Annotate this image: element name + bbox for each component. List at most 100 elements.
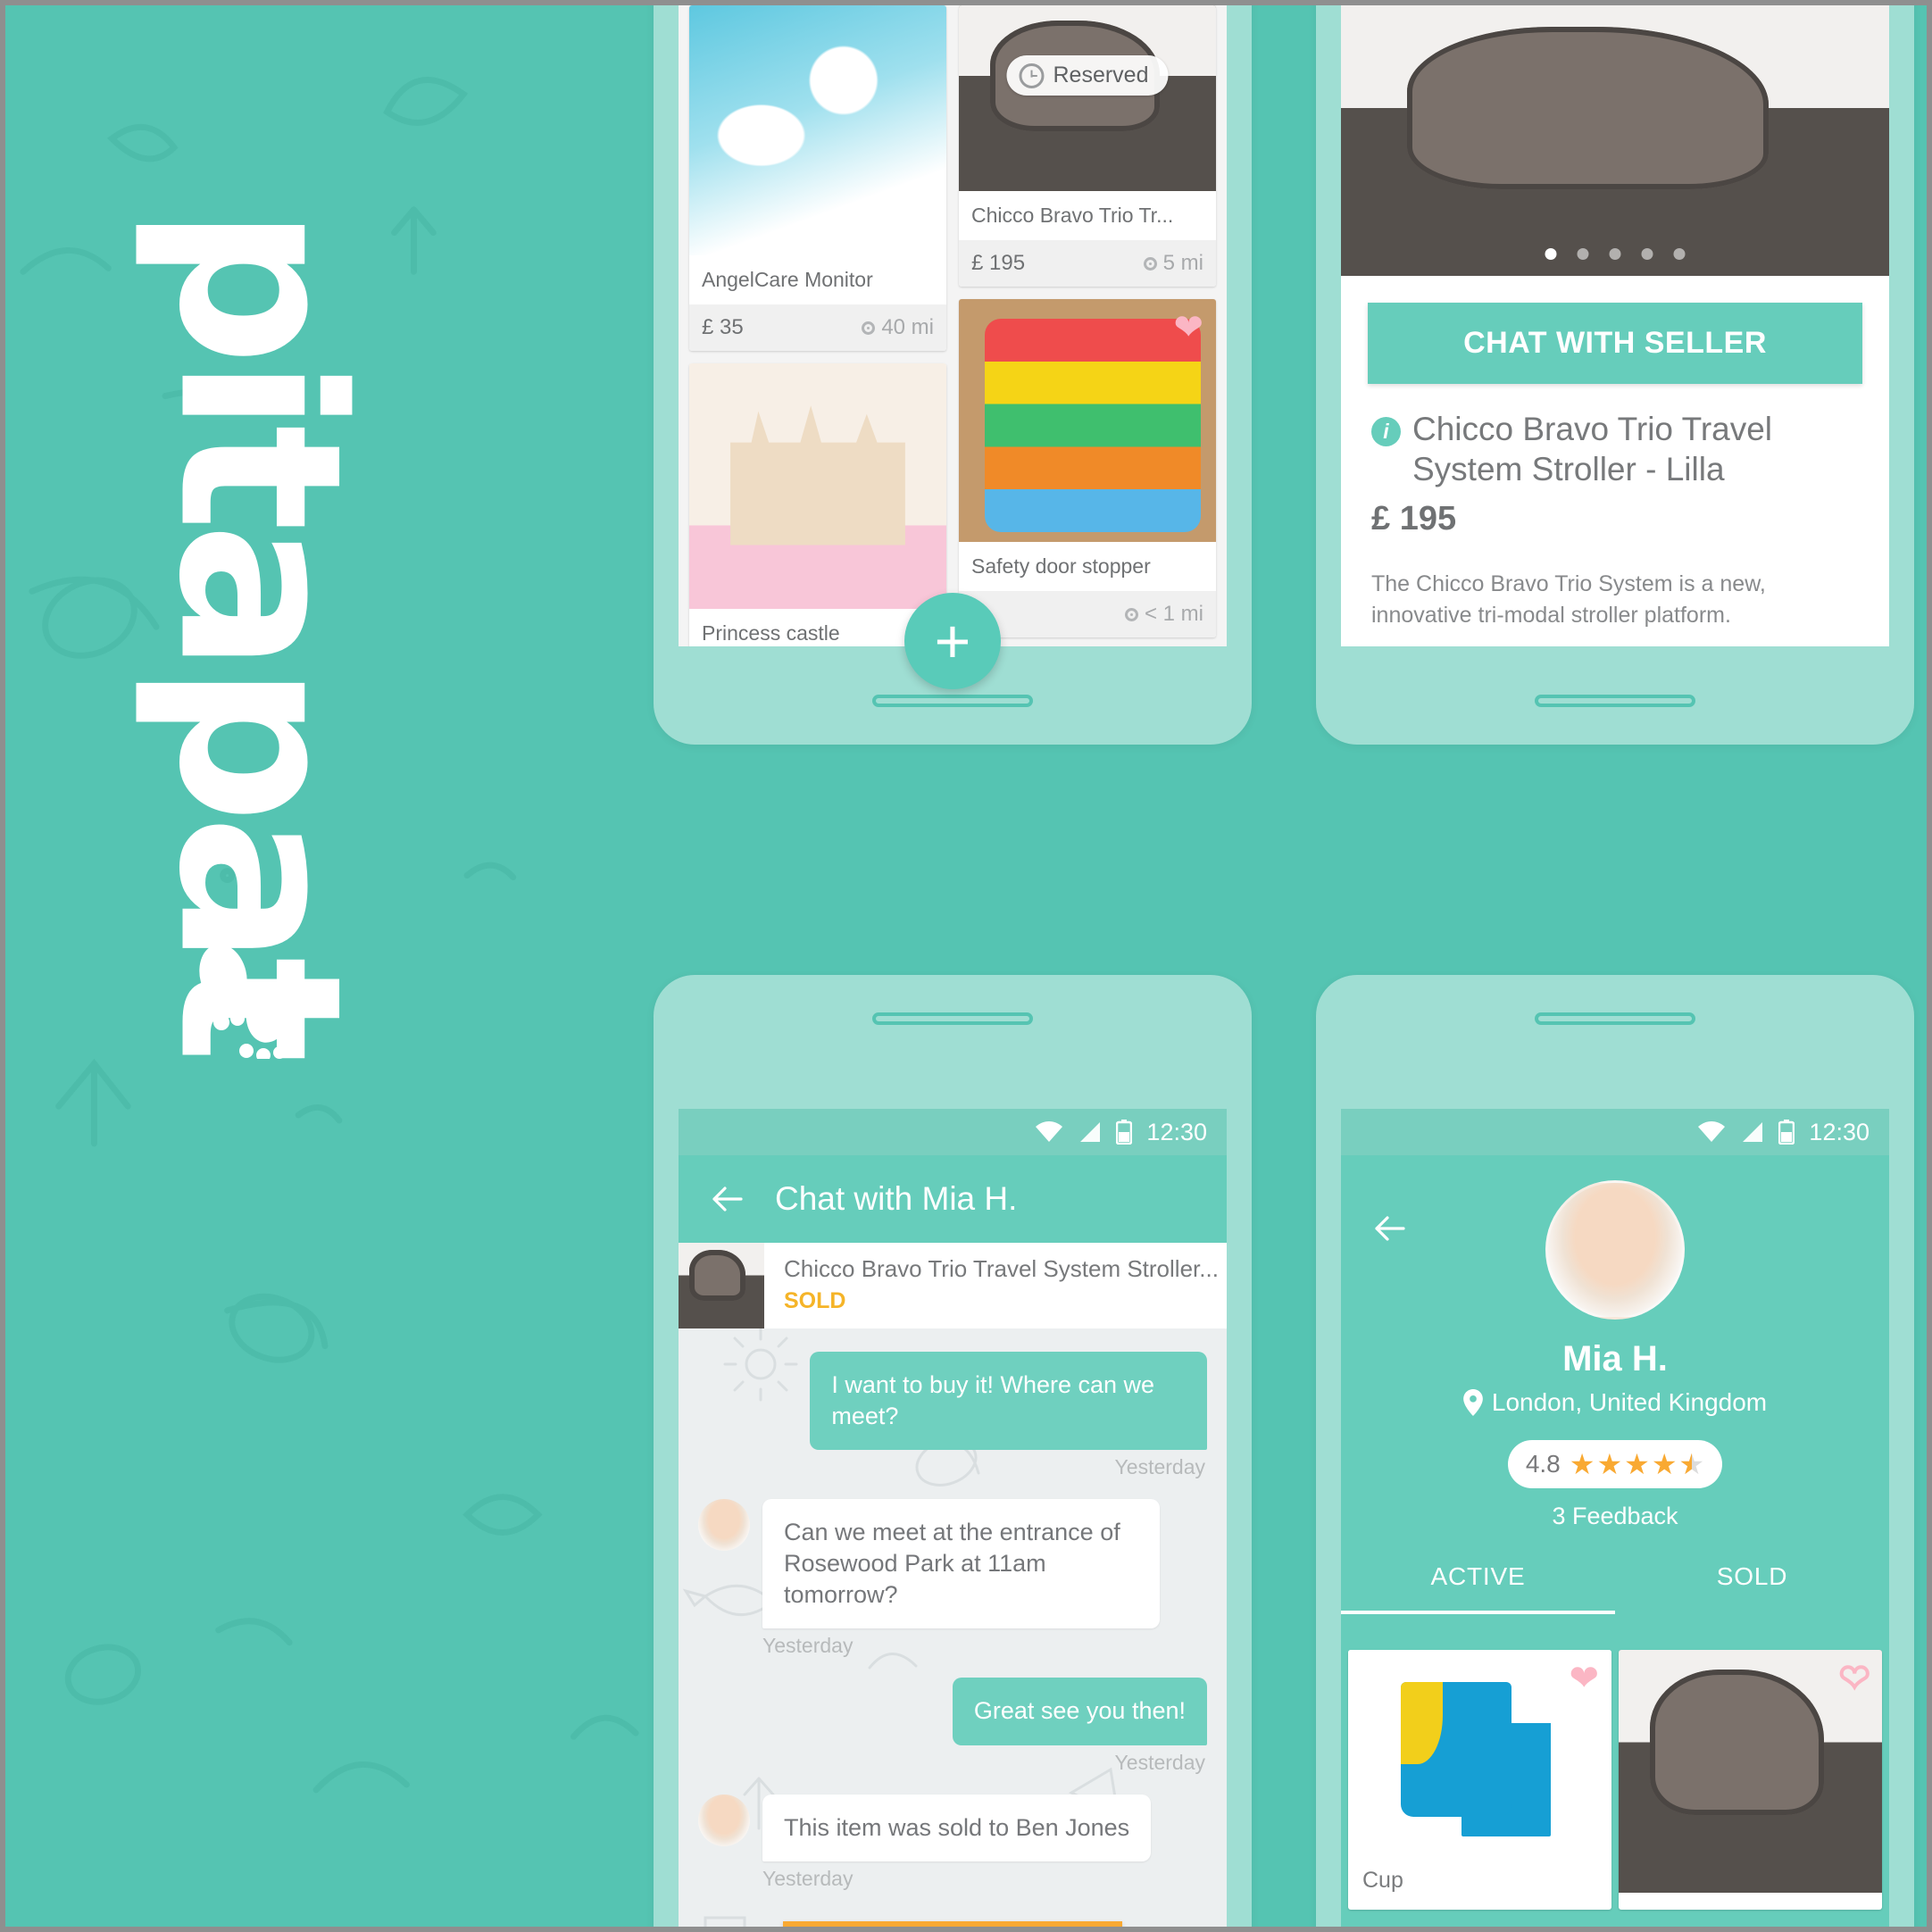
- listings-column-right: Reserved Chicco Bravo Trio Tr... £ 195 5…: [959, 5, 1216, 646]
- listing-price: £ 35: [702, 315, 744, 339]
- chat-bubble-outgoing: I want to buy it! Where can we meet?: [810, 1352, 1207, 1451]
- favorite-heart-icon[interactable]: ❤: [1838, 1659, 1871, 1698]
- chat-message-row: This item was sold to Ben Jones: [698, 1794, 1207, 1861]
- listing-title: Chicco Bravo Trio Tr...: [971, 204, 1174, 227]
- gallery-dot[interactable]: [1545, 248, 1557, 260]
- profile-header: Mia H. London, United Kingdom 4.8 ★ ★ ★ …: [1341, 1180, 1889, 1639]
- listing-card[interactable]: Princess castle £ 25 12 mi: [689, 363, 946, 646]
- profile-item-grid: ❤ Cup ❤: [1341, 1639, 1889, 1910]
- listing-image: [689, 363, 946, 609]
- listings-screen: AngelCare Monitor £ 35 40 mi Princess ca…: [679, 5, 1227, 646]
- back-arrow-icon[interactable]: [1371, 1211, 1407, 1246]
- profile-screen: 12:30 Mia H. London, United Kingdom 4.8: [1341, 1109, 1889, 1927]
- chat-with-seller-button[interactable]: CHAT WITH SELLER: [1368, 303, 1862, 384]
- chat-item-thumbnail: [679, 1243, 764, 1328]
- add-listing-fab[interactable]: +: [904, 593, 1001, 689]
- back-arrow-icon[interactable]: [709, 1181, 745, 1217]
- listing-title: AngelCare Monitor: [702, 268, 873, 291]
- phone-speaker-grille: [872, 1012, 1033, 1025]
- brand-wordmark: pitapat: [129, 205, 390, 1055]
- status-time: 12:30: [1809, 1118, 1870, 1145]
- detail-body: i Chicco Bravo Trio Travel System Stroll…: [1341, 384, 1889, 646]
- listing-distance: 40 mi: [862, 315, 934, 340]
- chat-bubble-outgoing: Great see you then!: [952, 1678, 1207, 1745]
- chat-bubble-incoming: This item was sold to Ben Jones: [762, 1794, 1152, 1861]
- gallery-dots: [1545, 248, 1686, 260]
- phone-mock-chat: 12:30 Chat with Mia H. Chicco Bravo Trio…: [654, 975, 1252, 1927]
- chat-timestamp: Yesterday: [1114, 1455, 1205, 1479]
- footprints-logo-icon: [196, 944, 297, 1059]
- profile-name: Mia H.: [1562, 1339, 1668, 1378]
- brand-wordmark-wrap: pitapat: [112, 206, 407, 1054]
- gallery-dot[interactable]: [1577, 248, 1589, 260]
- rating-badge: 4.8 ★ ★ ★ ★ ★: [1508, 1440, 1722, 1488]
- item-description: The Chicco Bravo Trio System is a new, i…: [1371, 571, 1766, 628]
- screenshot-frame: pitapat AngelCare Monitor £ 35 40 mi Pri…: [0, 0, 1932, 1932]
- listing-image: [689, 5, 946, 255]
- chat-screen: 12:30 Chat with Mia H. Chicco Bravo Trio…: [679, 1109, 1227, 1927]
- chat-app-bar: Chat with Mia H.: [679, 1155, 1227, 1243]
- distance-icon: [1143, 256, 1157, 271]
- chat-message-row: I want to buy it! Where can we meet?: [698, 1352, 1207, 1451]
- listing-image: [959, 5, 1216, 191]
- phone-mock-listings: AngelCare Monitor £ 35 40 mi Princess ca…: [654, 5, 1252, 745]
- chat-item-banner[interactable]: Chicco Bravo Trio Travel System Stroller…: [679, 1243, 1227, 1328]
- star-half-icon: ★: [1679, 1450, 1705, 1478]
- status-time: 12:30: [1146, 1118, 1207, 1145]
- chat-message-list[interactable]: I want to buy it! Where can we meet? Yes…: [679, 1328, 1227, 1927]
- gallery-dot[interactable]: [1641, 248, 1653, 260]
- distance-icon: [1124, 607, 1138, 621]
- leave-feedback-button[interactable]: LEAVE FEEDBACK: [782, 1920, 1123, 1927]
- tab-active[interactable]: ACTIVE: [1341, 1562, 1615, 1614]
- listing-card[interactable]: AngelCare Monitor £ 35 40 mi: [689, 5, 946, 351]
- item-price: £ 195: [1371, 500, 1457, 538]
- chat-timestamp: Yesterday: [762, 1634, 854, 1658]
- profile-item-title: Cup: [1362, 1868, 1403, 1893]
- android-status-bar: 12:30: [1341, 1109, 1889, 1155]
- item-gallery[interactable]: [1341, 5, 1889, 276]
- battery-icon: [1116, 1120, 1133, 1145]
- profile-avatar: [1545, 1180, 1685, 1320]
- brand-panel: pitapat: [5, 5, 666, 1927]
- clock-icon: [1019, 62, 1045, 88]
- listing-distance: 5 mi: [1143, 251, 1203, 276]
- phone-speaker-grille: [1535, 695, 1695, 707]
- listing-price: £ 195: [971, 251, 1026, 275]
- battery-icon: [1778, 1120, 1795, 1145]
- favorite-heart-icon[interactable]: ❤: [1173, 310, 1203, 346]
- favorite-heart-icon[interactable]: ❤: [1569, 1661, 1599, 1696]
- listing-card[interactable]: Reserved Chicco Bravo Trio Tr... £ 195 5…: [959, 5, 1216, 287]
- star-icon: ★: [1569, 1448, 1595, 1480]
- listing-meta: £ 35 40 mi: [689, 304, 946, 351]
- rating-value: 4.8: [1525, 1450, 1561, 1478]
- android-status-bar: 12:30: [679, 1109, 1227, 1155]
- wifi-icon: [1036, 1121, 1063, 1142]
- chat-timestamp: Yesterday: [1114, 1750, 1205, 1774]
- listing-distance: < 1 mi: [1124, 602, 1203, 627]
- chat-item-meta: Chicco Bravo Trio Travel System Stroller…: [764, 1243, 1219, 1328]
- chat-title: Chat with Mia H.: [775, 1180, 1018, 1217]
- chat-item-title: Chicco Bravo Trio Travel System Stroller…: [784, 1255, 1219, 1282]
- listing-card[interactable]: ❤ Safety door stopper < 1 mi: [959, 299, 1216, 637]
- chat-item-status-badge: SOLD: [784, 1288, 846, 1313]
- gallery-dot[interactable]: [1673, 248, 1686, 260]
- star-icon: ★: [1624, 1448, 1650, 1480]
- gallery-dot[interactable]: [1609, 248, 1621, 260]
- avatar: [698, 1794, 750, 1846]
- cellular-signal-icon: [1080, 1122, 1101, 1142]
- feedback-count: 3 Feedback: [1552, 1503, 1678, 1529]
- phone-speaker-grille: [872, 695, 1033, 707]
- profile-item-card[interactable]: ❤ Cup: [1348, 1650, 1611, 1910]
- profile-location: London, United Kingdom: [1341, 1388, 1889, 1417]
- tab-sold[interactable]: SOLD: [1615, 1562, 1889, 1614]
- listings-column-left: AngelCare Monitor £ 35 40 mi Princess ca…: [689, 5, 946, 646]
- distance-icon: [862, 321, 876, 335]
- profile-item-card[interactable]: ❤: [1619, 1650, 1882, 1910]
- info-icon[interactable]: i: [1371, 417, 1401, 446]
- avatar: [698, 1499, 750, 1552]
- chat-bubble-incoming: Can we meet at the entrance of Rosewood …: [762, 1499, 1160, 1629]
- phone-mock-detail: CHAT WITH SELLER i Chicco Bravo Trio Tra…: [1316, 5, 1914, 745]
- listings-grid[interactable]: AngelCare Monitor £ 35 40 mi Princess ca…: [679, 5, 1227, 646]
- star-icon: ★: [1596, 1448, 1623, 1480]
- profile-tabs: ACTIVE SOLD: [1341, 1562, 1889, 1614]
